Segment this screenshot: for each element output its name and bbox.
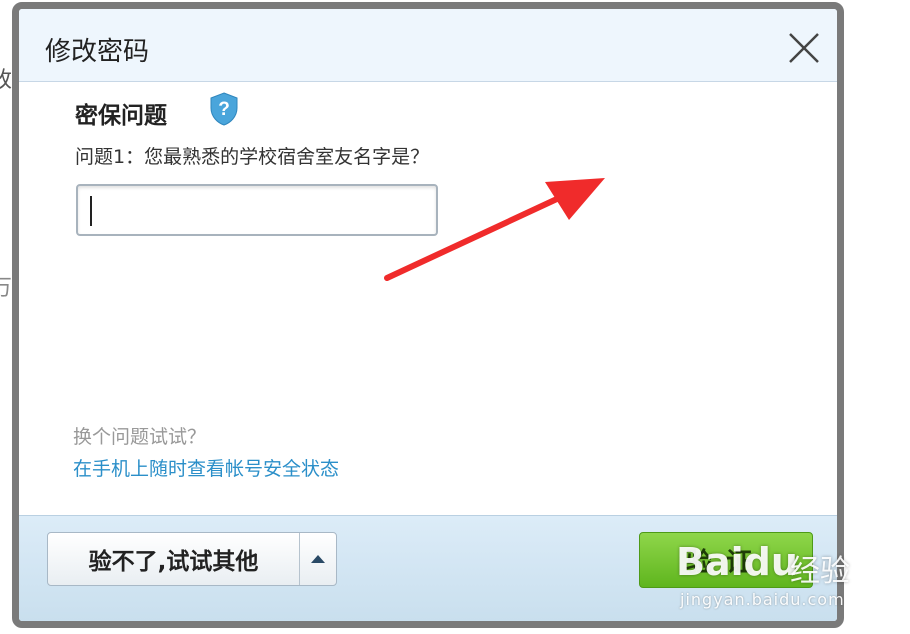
caret-up-icon-shape [311, 555, 325, 563]
dialog-titlebar: 修改密码 [19, 9, 837, 82]
dialog-content: 密保问题 ? 问题1：您最熟悉的学校宿舍室友名字是？ 换个问题试试？ 在手机上随… [19, 82, 837, 516]
shield-question-icon: ? [210, 92, 238, 126]
switch-question-link[interactable]: 换个问题试试？ [73, 422, 206, 449]
background-char: 万 [0, 276, 13, 301]
watermark-logo: Baidu [676, 540, 798, 584]
dialog-title: 修改密码 [45, 37, 150, 67]
section-title: 密保问题 [75, 103, 167, 129]
close-icon [789, 33, 819, 63]
svg-text:?: ? [218, 99, 230, 120]
phone-security-link[interactable]: 在手机上随时查看帐号安全状态 [73, 454, 339, 481]
text-caret [90, 196, 92, 226]
annotation-arrow [384, 178, 605, 281]
security-question: 问题1：您最熟悉的学校宿舍室友名字是？ [75, 146, 430, 168]
try-other-button[interactable]: 验不了,试试其他 [47, 532, 337, 586]
background-char: 改 [0, 68, 13, 93]
change-password-dialog: 修改密码 密保问题 ? 问题1：您最熟悉的学校宿舍室友名字是？ 换个问题试试？ … [12, 2, 844, 628]
close-button[interactable] [787, 31, 821, 65]
watermark-url: jingyan.baidu.com [680, 590, 845, 609]
try-other-label: 验不了,试试其他 [48, 533, 300, 585]
caret-up-icon[interactable] [300, 533, 336, 585]
watermark-logo-cn: 经验 [790, 554, 850, 589]
